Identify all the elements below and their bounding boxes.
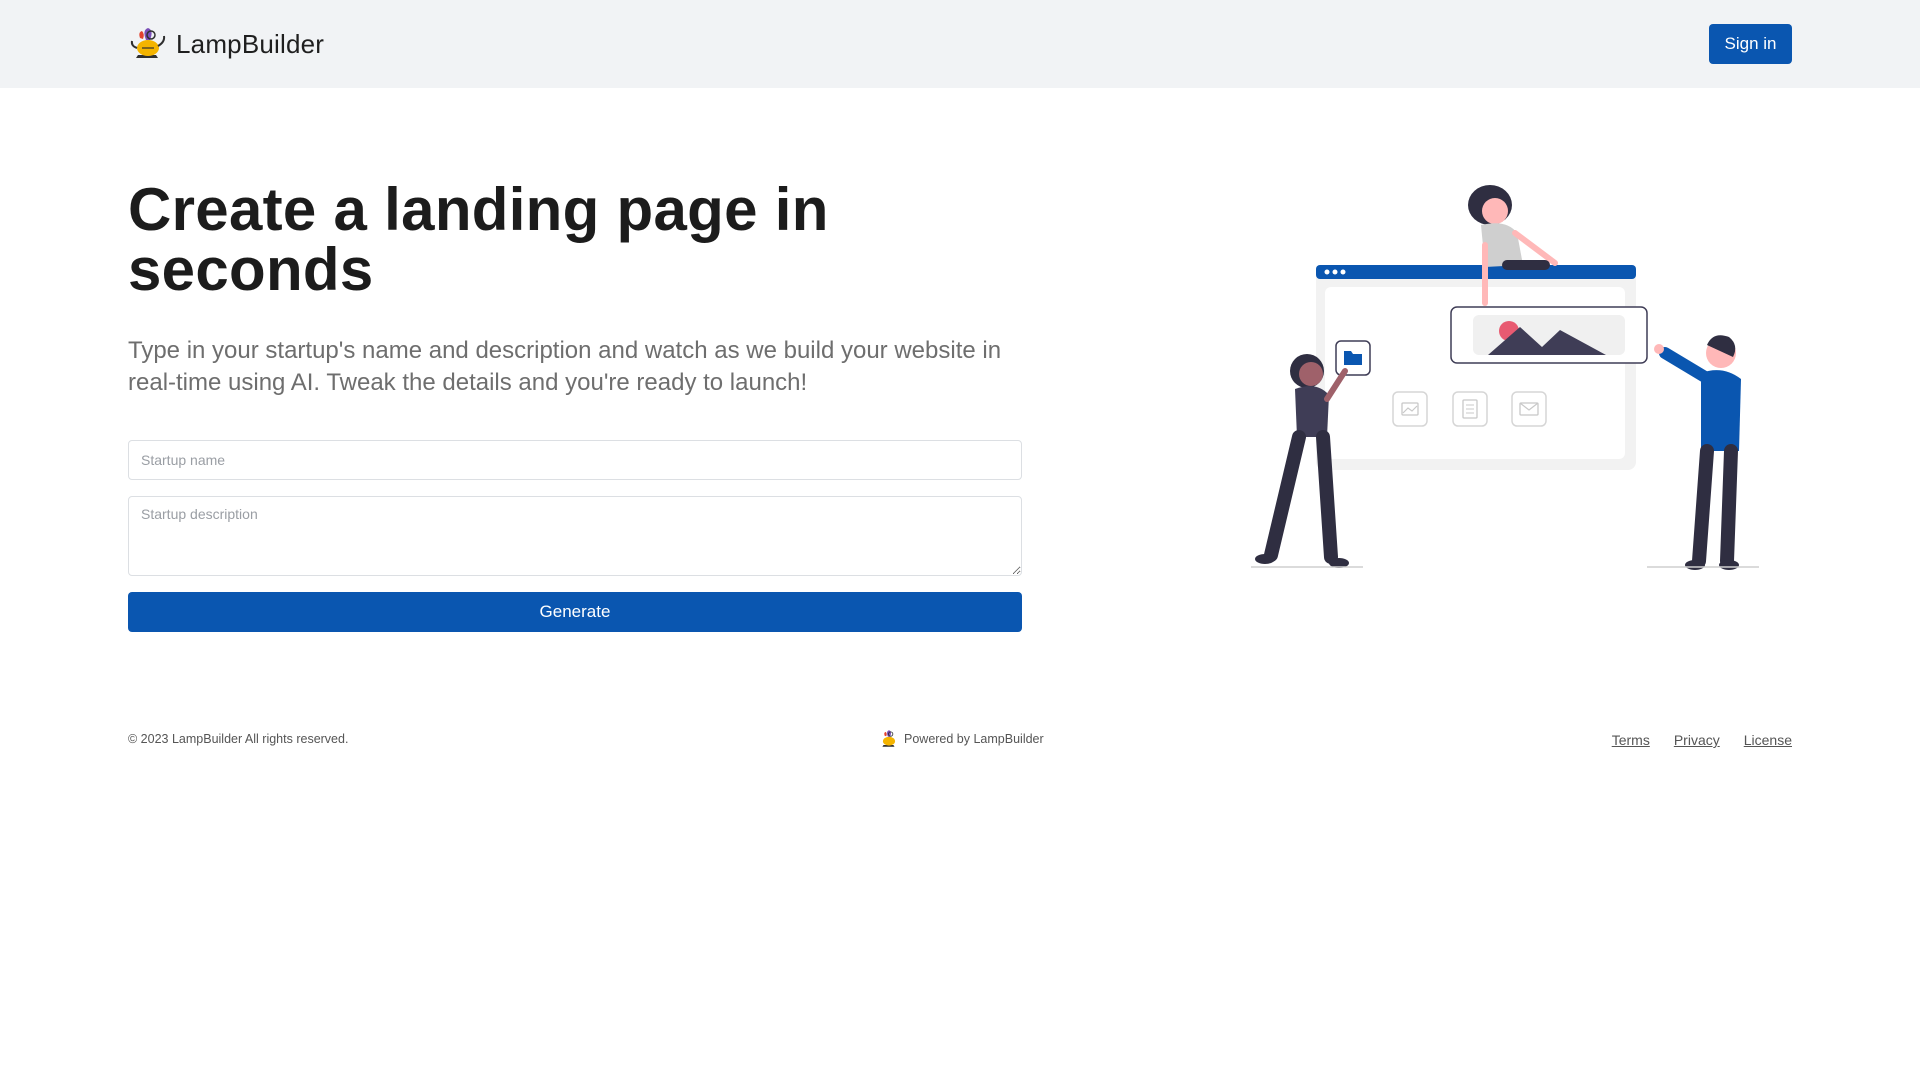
man-right — [1654, 335, 1741, 570]
brand-name: LampBuilder — [176, 28, 325, 59]
lamp-logo-icon — [882, 730, 896, 747]
startup-name-input[interactable] — [128, 440, 1022, 480]
startup-description-input[interactable] — [128, 496, 1022, 576]
hero-title: Create a landing page in seconds — [128, 176, 829, 303]
license-link[interactable]: License — [1744, 732, 1792, 748]
footer-links: Terms Privacy License — [1588, 732, 1792, 748]
terms-link[interactable]: Terms — [1612, 732, 1650, 748]
footer: © 2023 LampBuilder All rights reserved. … — [0, 728, 1920, 752]
sign-in-button[interactable]: Sign in — [1709, 24, 1792, 64]
hero-subtitle: Type in your startup's name and descript… — [128, 337, 1002, 396]
browser-titlebar — [1316, 265, 1636, 279]
powered-by-text: Powered by LampBuilder — [904, 732, 1044, 746]
team-building-website-illustration — [1251, 185, 1759, 570]
generate-button[interactable]: Generate — [128, 592, 1022, 632]
top-navbar: LampBuilder Sign in — [0, 0, 1920, 88]
lamp-logo-icon — [130, 28, 166, 58]
powered-by[interactable]: Powered by LampBuilder — [878, 728, 1044, 750]
privacy-link[interactable]: Privacy — [1674, 732, 1720, 748]
copyright-text: © 2023 LampBuilder All rights reserved. — [128, 732, 349, 746]
brand[interactable]: LampBuilder — [128, 24, 324, 64]
mail-icon — [1511, 391, 1547, 427]
